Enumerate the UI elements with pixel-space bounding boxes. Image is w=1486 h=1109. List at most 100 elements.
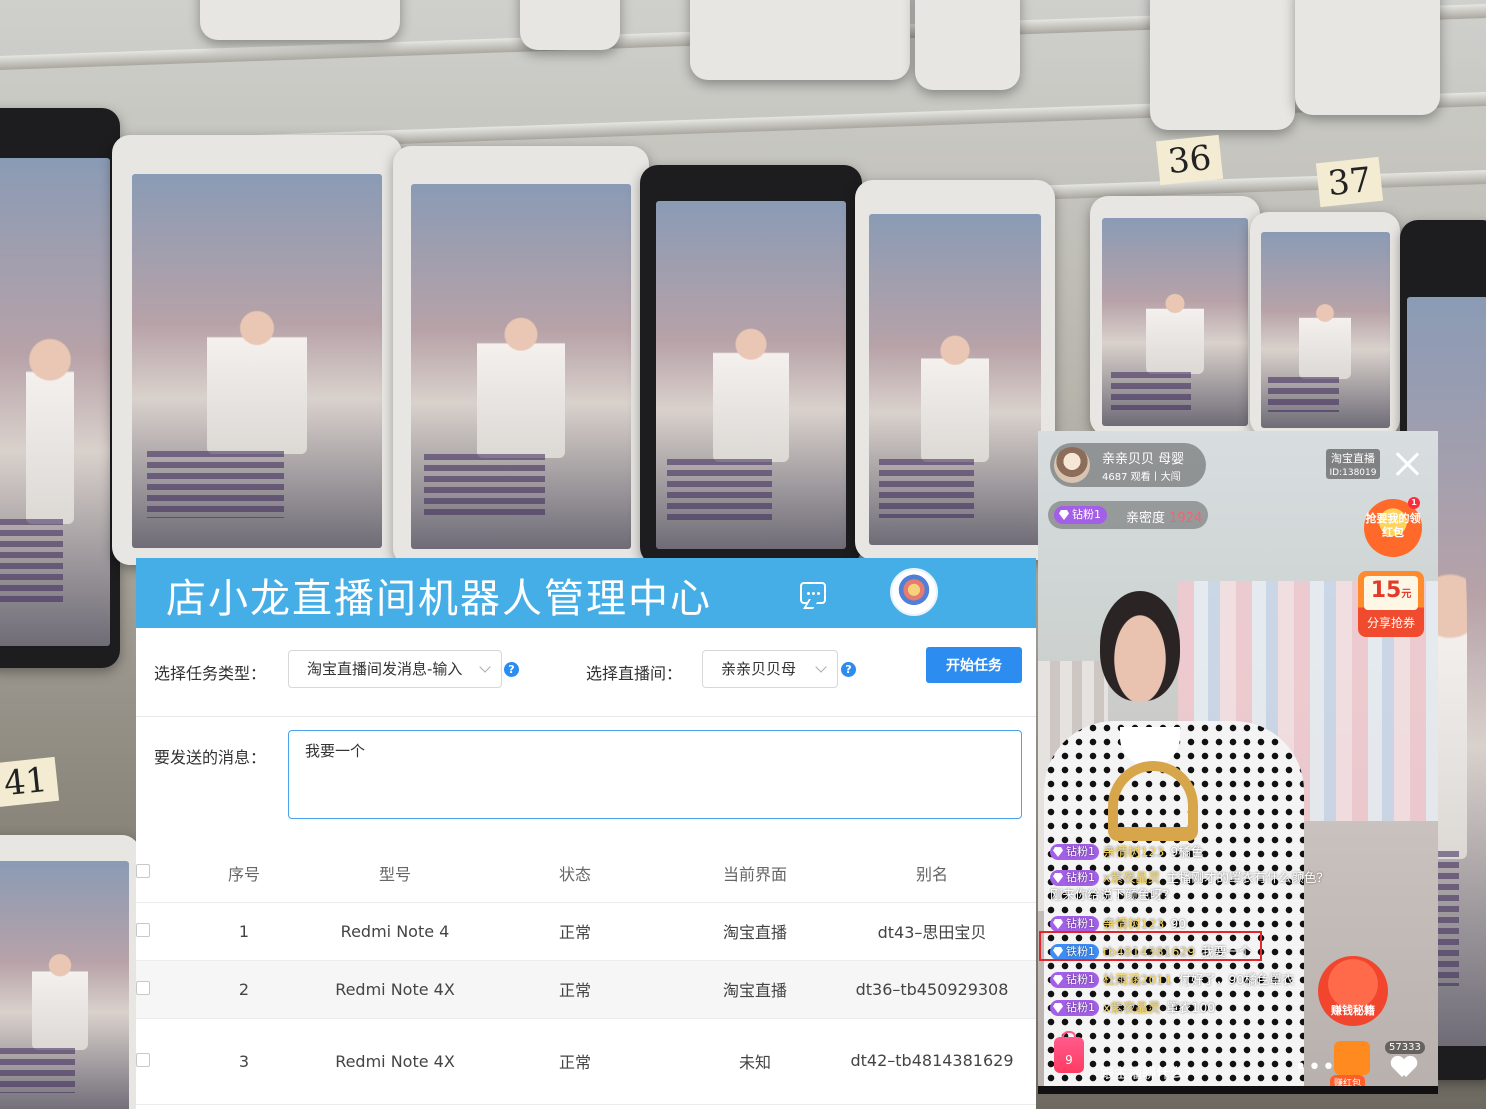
hanger: [1108, 761, 1198, 841]
coupon-amount: 15元: [1364, 576, 1418, 610]
task-type-select[interactable]: 淘宝直播间发消息-输入: [288, 650, 502, 688]
shelf-tag: 36: [1155, 134, 1224, 186]
coupon-label: 分享抢券: [1366, 616, 1415, 630]
shelf-tag: 41: [0, 756, 60, 808]
robot-management-panel: 店小龙直播间机器人管理中心 选择任务类型： 淘宝直播间发消息-输入 ? 选择直播…: [136, 558, 1036, 1109]
level-text: 钻粉1: [1066, 845, 1095, 858]
bottom-bar: 9 跟主播聊什么？ ••• 赚红包 57333: [1038, 1031, 1438, 1094]
table-row[interactable]: 2 Redmi Note 4X 正常 淘宝直播 dt36–tb450929308: [136, 959, 1036, 1018]
fan-level-badge: 钻粉1: [1050, 844, 1099, 860]
comment-user: 杜雨涵2011: [1103, 972, 1173, 987]
bg-phone: [1250, 212, 1400, 437]
cell-alias: dt36–tb450929308: [828, 959, 1036, 1018]
anchor-views: 4687 观看丨大闯: [1102, 472, 1181, 483]
red-packet-badge: 1: [1408, 497, 1420, 509]
device-table: 序号 型号 状态 当前界面 别名 1 Redmi Note 4 正常 淘宝直播 …: [136, 844, 1036, 1105]
live-stream-screen: 亲亲贝贝 母婴 4687 观看丨大闯 淘宝直播 ID:138019 钻粉1 亲密…: [1038, 431, 1438, 1094]
chevron-down-icon: [815, 661, 827, 673]
column-header: 型号: [378, 864, 411, 884]
more-icon[interactable]: •••: [1294, 1055, 1336, 1080]
coupon-value: 15: [1370, 578, 1402, 603]
row-checkbox[interactable]: [136, 922, 150, 937]
diamond-icon: [1053, 1003, 1063, 1013]
level-text: 钻粉1: [1066, 1001, 1095, 1014]
row-checkbox-cell: [136, 1017, 166, 1105]
cell-status: 正常: [468, 901, 682, 960]
cell-index: 2: [166, 959, 322, 1018]
fan-level-badge: 钻粉1: [1050, 1000, 1099, 1016]
row-checkbox[interactable]: [136, 980, 150, 995]
help-icon[interactable]: ?: [841, 662, 856, 677]
page-title: 店小龙直播间机器人管理中心: [166, 576, 712, 622]
bg-phone: [200, 0, 400, 40]
highlight-box: [1039, 931, 1262, 961]
column-header: 别名: [915, 864, 948, 884]
divider: [136, 716, 1036, 717]
bg-phone: [1090, 196, 1260, 436]
cell-screen: 淘宝直播: [682, 959, 828, 1018]
cell-status: 正常: [468, 959, 682, 1018]
cell-index: 3: [166, 1017, 322, 1105]
avatar[interactable]: [890, 568, 938, 616]
fan-level-badge: 钻粉1: [1050, 870, 1099, 886]
close-icon[interactable]: [1394, 451, 1420, 477]
comment-text: 90: [1170, 916, 1187, 931]
comment: 钻粉1 亲情树123 9橘色: [1050, 841, 1203, 860]
anchor-info[interactable]: 亲亲贝贝 母婴 4687 观看丨大闯: [1050, 443, 1206, 487]
diamond-icon: [1053, 919, 1063, 929]
bg-phone: [1150, 0, 1295, 130]
fan-level-text: 钻粉1: [1072, 508, 1101, 521]
help-icon[interactable]: ?: [504, 662, 519, 677]
comment-user: 亲情树123: [1103, 844, 1165, 859]
comment: 钻粉1 杜雨涵2011 付好了，90橘色罩衣: [1050, 969, 1294, 988]
chat-icon[interactable]: [800, 582, 826, 604]
task-type-value: 淘宝直播间发消息-输入: [307, 660, 463, 678]
coupon-button[interactable]: 15元 分享抢券: [1358, 571, 1424, 637]
cell-screen: 淘宝直播: [682, 901, 828, 960]
task-type-label: 选择任务类型：: [154, 664, 267, 683]
shelf-tag: 37: [1315, 156, 1384, 208]
intimacy: 亲密度 1924: [1126, 507, 1202, 526]
intimacy-label: 亲密度: [1126, 511, 1166, 526]
earn-redpack-icon[interactable]: [1334, 1041, 1370, 1075]
start-task-button[interactable]: 开始任务: [926, 647, 1022, 683]
shopping-bag-icon[interactable]: 9: [1054, 1031, 1084, 1073]
table-header-row: 序号 型号 状态 当前界面 别名: [136, 844, 1036, 902]
coupon-unit: 元: [1401, 589, 1412, 600]
heart-icon[interactable]: [1392, 1057, 1416, 1079]
cell-screen: 未知: [682, 1017, 828, 1105]
chat-input[interactable]: 跟主播聊什么？: [1100, 1063, 1198, 1083]
select-all-cell: [136, 844, 166, 902]
column-header: 当前界面: [722, 864, 787, 884]
diamond-icon: [1059, 510, 1069, 520]
comment-text: 罩衣100: [1166, 1000, 1216, 1015]
bg-phone: [0, 108, 120, 668]
row-checkbox[interactable]: [136, 1052, 150, 1067]
row-checkbox-cell: [136, 959, 166, 1018]
diamond-icon: [1053, 975, 1063, 985]
cell-status: 正常: [468, 1017, 682, 1105]
fan-level-badge: 钻粉1: [1050, 916, 1099, 932]
select-all-checkbox[interactable]: [136, 864, 150, 879]
fan-status: 钻粉1 亲密度 1924: [1048, 501, 1208, 529]
row-checkbox-cell: [136, 901, 166, 960]
room-select[interactable]: 亲亲贝贝母: [702, 650, 838, 688]
platform-name: 淘宝直播: [1326, 449, 1380, 467]
level-text: 钻粉1: [1066, 917, 1095, 930]
cell-alias: dt43–思田宝贝: [828, 901, 1036, 960]
room-value: 亲亲贝贝母: [721, 660, 797, 678]
message-input[interactable]: [288, 730, 1022, 819]
anchor-avatar: [1054, 447, 1090, 483]
red-packet-button[interactable]: 抢要我的领红包 1: [1364, 497, 1422, 557]
red-packet-label: 抢要我的领红包: [1365, 512, 1421, 539]
money-secret-button[interactable]: 赚钱秘籍: [1318, 956, 1388, 1026]
table-row[interactable]: 3 Redmi Note 4X 正常 未知 dt42–tb4814381629: [136, 1017, 1036, 1105]
table-row[interactable]: 1 Redmi Note 4 正常 淘宝直播 dt43–思田宝贝: [136, 901, 1036, 960]
cell-model: Redmi Note 4X: [322, 959, 468, 1018]
comment: 钻粉1 亲情树123 90: [1050, 913, 1186, 932]
diamond-icon: [1053, 873, 1063, 883]
message-label: 要发送的消息：: [154, 748, 267, 767]
bg-phone: [1295, 0, 1440, 115]
comment: 钻粉1 x紫夜晶灵 主播刚才的罩衣有什么颜色？刚来你给说下颜色呀？: [1050, 869, 1330, 903]
host-head: [1100, 591, 1180, 701]
